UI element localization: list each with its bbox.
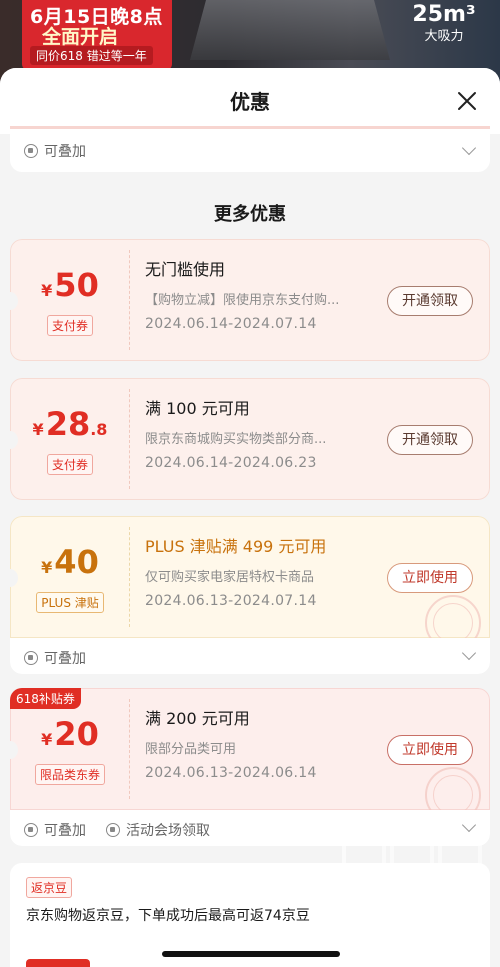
stack-icon (24, 823, 38, 837)
subsidy-corner-tag: 618补贴券 (10, 688, 81, 709)
claim-button[interactable]: 开通领取 (387, 286, 473, 316)
jd-bean-text: 京东购物返京豆，下单成功后最高可返74京豆 (26, 908, 310, 924)
site-watermark: zhizhizhi.com (342, 815, 492, 925)
coupon-desc: 仅可购买家电家居特权卡商品 (145, 570, 315, 585)
promo-open-text: 全面开启 (42, 26, 119, 48)
coupon-date: 2024.06.14-2024.07.14 (145, 316, 317, 332)
coupon-title: PLUS 津贴满 499 元可用 (145, 537, 327, 556)
close-icon[interactable] (454, 88, 480, 114)
coupon-desc: 限京东商城购买实物类部分商... (145, 432, 327, 447)
coupon-type-tag: 限品类东券 (34, 764, 105, 785)
stackable-label: 可叠加 (44, 144, 86, 160)
coupon-amount: ¥28.8 (32, 405, 108, 443)
next-tag (26, 959, 90, 967)
coupon-date: 2024.06.13-2024.07.14 (145, 593, 317, 609)
venue-icon (106, 823, 120, 837)
claim-button[interactable]: 开通领取 (387, 425, 473, 455)
suction-badge: 25m³ 大吸力 (408, 2, 480, 54)
stackable-row: 可叠加 (24, 648, 86, 668)
watermark-site: zhizhizhi.com (360, 895, 474, 911)
coupon-date: 2024.06.13-2024.06.14 (145, 765, 317, 781)
coupon-desc: 【购物立减】限使用京东支付购... (145, 293, 340, 308)
chevron-down-icon[interactable] (461, 140, 477, 156)
chevron-down-icon[interactable] (461, 645, 477, 661)
coupon-type-tag: 支付券 (46, 454, 93, 475)
use-now-button[interactable]: 立即使用 (387, 563, 473, 593)
coupon-footer[interactable]: 可叠加 (10, 638, 490, 674)
coupon-amount: ¥20 (41, 715, 99, 753)
suction-label: 大吸力 (424, 29, 464, 44)
coupon-type-tag: 支付券 (46, 315, 93, 336)
venue-label: 活动会场领取 (126, 823, 210, 839)
promo-slogan-text: 同价618 错过等一年 (30, 46, 153, 65)
range-hood-image (190, 0, 390, 60)
coupon-amount: ¥40 (41, 543, 99, 581)
coupon-date: 2024.06.14-2024.06.23 (145, 455, 317, 471)
suction-value: 25m³ (412, 2, 476, 27)
use-now-button[interactable]: 立即使用 (387, 735, 473, 765)
sheet-title: 优惠 (230, 90, 270, 114)
sheet-header: 优惠 (0, 68, 500, 134)
stackable-row: 可叠加 (24, 141, 86, 161)
stackable-label: 可叠加 (44, 823, 86, 839)
coupon-card: ¥28.8 支付券 满 100 元可用 限京东商城购买实物类部分商... 202… (10, 378, 490, 500)
coupon-card: ¥40 PLUS 津贴 PLUS 津贴满 499 元可用 仅可购买家电家居特权卡… (10, 516, 490, 674)
stackable-row: 可叠加 (24, 820, 86, 840)
more-discounts-title: 更多优惠 (214, 204, 286, 225)
home-indicator[interactable] (162, 951, 340, 957)
jd-bean-tag: 返京豆 (26, 877, 73, 898)
coupon-amount: ¥50 (41, 266, 99, 304)
coupon-card: ¥50 支付券 无门槛使用 【购物立减】限使用京东支付购... 2024.06.… (10, 239, 490, 361)
coupon-title: 无门槛使用 (145, 260, 226, 279)
stack-icon (24, 144, 38, 158)
stackable-label: 可叠加 (44, 651, 86, 667)
venue-row: 活动会场领取 (106, 820, 210, 840)
coupon-title: 满 100 元可用 (145, 399, 250, 418)
previous-coupon-footer[interactable]: 可叠加 (10, 126, 490, 172)
stack-icon (24, 651, 38, 665)
coupon-desc: 限部分品类可用 (145, 742, 237, 757)
coupon-title: 满 200 元可用 (145, 709, 250, 728)
coupon-type-tag: PLUS 津贴 (36, 592, 104, 613)
watermark-logo-icon (342, 815, 492, 875)
